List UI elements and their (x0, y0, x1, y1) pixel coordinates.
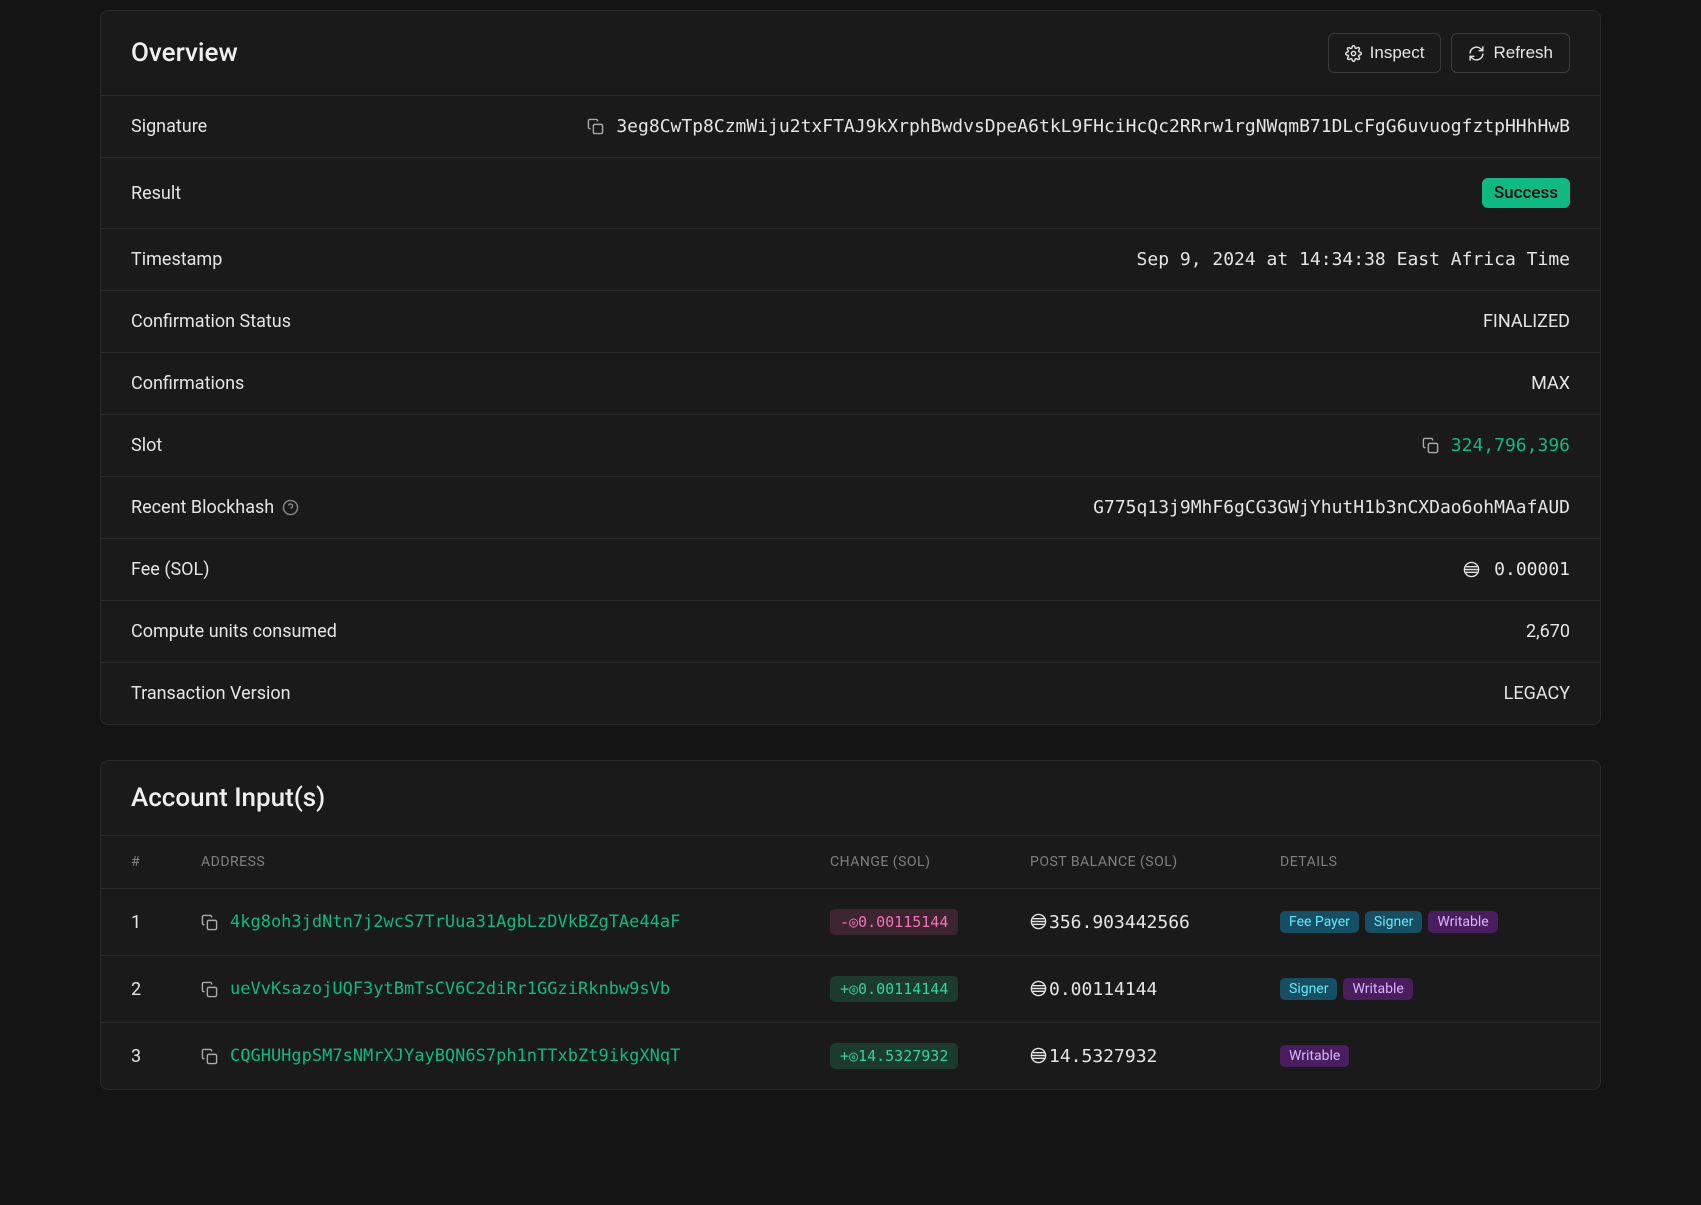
label-recent-blockhash: Recent Blockhash (131, 497, 299, 518)
label-fee: Fee (SOL) (131, 559, 210, 580)
row-post-balance: 356.903442566 (1030, 912, 1280, 933)
copy-icon[interactable] (201, 914, 218, 931)
tag: Fee Payer (1280, 911, 1359, 933)
accounts-header: Account Input(s) (101, 761, 1600, 836)
value-timestamp: Sep 9, 2024 at 14:34:38 East Africa Time (1137, 249, 1570, 270)
row-signature: Signature 3eg8CwTp8CzmWiju2txFTAJ9kXrphB… (101, 96, 1600, 158)
row-recent-blockhash: Recent Blockhash G775q13j9MhF6gCG3GWjYhu… (101, 477, 1600, 539)
row-idx: 3 (131, 1046, 201, 1067)
row-post-balance: 14.5327932 (1030, 1046, 1280, 1067)
row-address: 4kg8oh3jdNtn7j2wcS7TrUua31AgbLzDVkBZgTAe… (201, 912, 830, 932)
sol-icon (1463, 561, 1480, 578)
overview-card: Overview Inspect Refresh Signature 3eg8C… (100, 10, 1601, 725)
change-badge: +◎14.5327932 (830, 1043, 958, 1069)
row-confirmations: Confirmations MAX (101, 353, 1600, 415)
sol-icon (1030, 1047, 1047, 1064)
col-change: CHANGE (SOL) (830, 854, 1030, 870)
value-tx-version: LEGACY (1504, 683, 1570, 704)
blockhash-label-text: Recent Blockhash (131, 497, 274, 518)
gear-icon (1345, 45, 1362, 62)
accounts-table-header: # ADDRESS CHANGE (SOL) POST BALANCE (SOL… (101, 836, 1600, 889)
tag: Writable (1343, 978, 1412, 1000)
tag: Signer (1280, 978, 1337, 1000)
change-badge: -◎0.00115144 (830, 909, 958, 935)
value-compute-units: 2,670 (1526, 621, 1570, 642)
row-idx: 1 (131, 912, 201, 933)
col-post: POST BALANCE (SOL) (1030, 854, 1280, 870)
change-badge: +◎0.00114144 (830, 976, 958, 1002)
value-confirmations: MAX (1531, 373, 1570, 394)
row-details: Signer Writable (1280, 978, 1570, 1000)
col-details: DETAILS (1280, 854, 1570, 870)
refresh-label: Refresh (1493, 43, 1553, 63)
accounts-card: Account Input(s) # ADDRESS CHANGE (SOL) … (100, 760, 1601, 1090)
value-fee: 0.00001 (1463, 559, 1570, 580)
label-signature: Signature (131, 116, 207, 137)
label-slot: Slot (131, 435, 162, 456)
row-confirmation-status: Confirmation Status FINALIZED (101, 291, 1600, 353)
address-link[interactable]: 4kg8oh3jdNtn7j2wcS7TrUua31AgbLzDVkBZgTAe… (230, 912, 680, 932)
value-slot: 324,796,396 (1422, 435, 1570, 456)
inspect-label: Inspect (1370, 43, 1425, 63)
address-link[interactable]: ueVvKsazojUQF3ytBmTsCV6C2diRr1GGziRknbw9… (230, 979, 670, 999)
table-row: 3 CQGHUHgpSM7sNMrXJYayBQN6S7ph1nTTxbZt9ik… (101, 1023, 1600, 1089)
value-result: Success (1482, 178, 1570, 208)
row-timestamp: Timestamp Sep 9, 2024 at 14:34:38 East A… (101, 229, 1600, 291)
row-details: Fee Payer Signer Writable (1280, 911, 1570, 933)
row-address: ueVvKsazojUQF3ytBmTsCV6C2diRr1GGziRknbw9… (201, 979, 830, 999)
tag: Writable (1280, 1045, 1349, 1067)
value-recent-blockhash: G775q13j9MhF6gCG3GWjYhutH1b3nCXDao6ohMAa… (1093, 497, 1570, 518)
row-result: Result Success (101, 158, 1600, 229)
col-address: ADDRESS (201, 854, 830, 870)
sol-icon (1030, 980, 1047, 997)
row-details: Writable (1280, 1045, 1570, 1067)
copy-icon[interactable] (1422, 437, 1439, 454)
label-timestamp: Timestamp (131, 249, 222, 270)
inspect-button[interactable]: Inspect (1328, 33, 1442, 73)
value-confirmation-status: FINALIZED (1483, 311, 1570, 332)
value-signature: 3eg8CwTp8CzmWiju2txFTAJ9kXrphBwdvsDpeA6t… (587, 116, 1570, 137)
row-post-balance: 0.00114144 (1030, 979, 1280, 1000)
row-fee: Fee (SOL) 0.00001 (101, 539, 1600, 601)
table-row: 1 4kg8oh3jdNtn7j2wcS7TrUua31AgbLzDVkBZgTA… (101, 889, 1600, 956)
col-idx: # (131, 854, 201, 870)
copy-icon[interactable] (201, 981, 218, 998)
row-change: +◎0.00114144 (830, 976, 1030, 1002)
help-icon[interactable] (282, 499, 299, 516)
table-row: 2 ueVvKsazojUQF3ytBmTsCV6C2diRr1GGziRknbw… (101, 956, 1600, 1023)
refresh-button[interactable]: Refresh (1451, 33, 1570, 73)
row-change: -◎0.00115144 (830, 909, 1030, 935)
signature-text: 3eg8CwTp8CzmWiju2txFTAJ9kXrphBwdvsDpeA6t… (616, 116, 1570, 137)
row-address: CQGHUHgpSM7sNMrXJYayBQN6S7ph1nTTxbZt9ikg… (201, 1046, 830, 1066)
tag: Signer (1365, 911, 1422, 933)
overview-title: Overview (131, 38, 238, 68)
refresh-icon (1468, 45, 1485, 62)
sol-icon (1030, 913, 1047, 930)
row-compute-units: Compute units consumed 2,670 (101, 601, 1600, 663)
label-confirmations: Confirmations (131, 373, 244, 394)
row-change: +◎14.5327932 (830, 1043, 1030, 1069)
label-compute-units: Compute units consumed (131, 621, 337, 642)
status-badge: Success (1482, 178, 1570, 208)
label-result: Result (131, 183, 181, 204)
overview-header: Overview Inspect Refresh (101, 11, 1600, 96)
address-link[interactable]: CQGHUHgpSM7sNMrXJYayBQN6S7ph1nTTxbZt9ikg… (230, 1046, 680, 1066)
accounts-body: 1 4kg8oh3jdNtn7j2wcS7TrUua31AgbLzDVkBZgTA… (101, 889, 1600, 1089)
slot-link[interactable]: 324,796,396 (1451, 435, 1570, 456)
copy-icon[interactable] (587, 118, 604, 135)
fee-text: 0.00001 (1494, 559, 1570, 580)
row-idx: 2 (131, 979, 201, 1000)
header-buttons: Inspect Refresh (1328, 33, 1570, 73)
row-tx-version: Transaction Version LEGACY (101, 663, 1600, 724)
label-tx-version: Transaction Version (131, 683, 291, 704)
label-confirmation-status: Confirmation Status (131, 311, 291, 332)
row-slot: Slot 324,796,396 (101, 415, 1600, 477)
tag: Writable (1428, 911, 1497, 933)
copy-icon[interactable] (201, 1048, 218, 1065)
accounts-title: Account Input(s) (131, 783, 325, 813)
